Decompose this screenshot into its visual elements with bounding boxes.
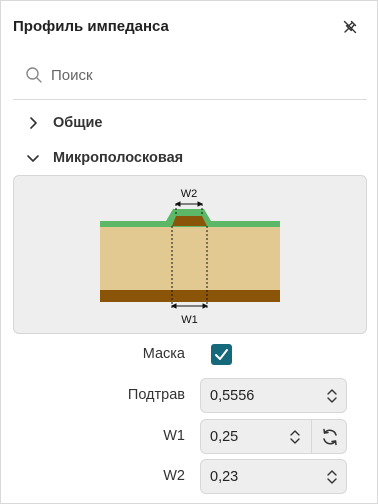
substrate bbox=[100, 226, 280, 290]
section-general[interactable]: Общие bbox=[25, 111, 102, 135]
spinner-icon[interactable] bbox=[288, 428, 302, 446]
check-icon bbox=[215, 349, 228, 360]
panel-title: Профиль импеданса bbox=[13, 18, 169, 35]
chevron-down-icon bbox=[25, 150, 41, 166]
chevron-right-icon bbox=[25, 115, 41, 131]
field-divider bbox=[311, 420, 312, 453]
w2-label: W2 bbox=[163, 468, 185, 484]
etch-label: Подтрав bbox=[127, 387, 185, 403]
w1-field[interactable]: 0,25 bbox=[200, 419, 347, 454]
w2-diagram-label: W2 bbox=[181, 188, 198, 200]
etch-field[interactable]: 0,5556 bbox=[200, 378, 347, 413]
etch-value: 0,5556 bbox=[210, 388, 255, 404]
mask-label: Маска bbox=[142, 346, 185, 362]
w2-value: 0,23 bbox=[210, 469, 239, 485]
w1-diagram-label: W1 bbox=[181, 314, 198, 326]
unpin-button[interactable] bbox=[339, 16, 361, 38]
section-microstrip[interactable]: Микрополосковая bbox=[25, 146, 183, 170]
spinner-icon[interactable] bbox=[325, 387, 339, 405]
impedance-profile-panel: Профиль импеданса Общие bbox=[0, 0, 378, 504]
mask-checkbox[interactable] bbox=[211, 344, 232, 365]
search-bar bbox=[13, 53, 367, 100]
search-input[interactable] bbox=[51, 62, 351, 88]
refresh-icon[interactable] bbox=[320, 427, 340, 447]
section-microstrip-label: Микрополосковая bbox=[53, 150, 184, 166]
spinner-icon[interactable] bbox=[325, 468, 339, 486]
microstrip-diagram: W2 W1 bbox=[13, 175, 367, 334]
w1-label: W1 bbox=[163, 428, 185, 444]
search-icon bbox=[26, 67, 42, 83]
trace bbox=[172, 216, 207, 226]
w2-field[interactable]: 0,23 bbox=[200, 459, 347, 494]
ground-plane bbox=[100, 290, 280, 302]
w1-value: 0,25 bbox=[210, 429, 239, 445]
pin-off-icon bbox=[343, 20, 357, 34]
section-general-label: Общие bbox=[53, 115, 103, 131]
